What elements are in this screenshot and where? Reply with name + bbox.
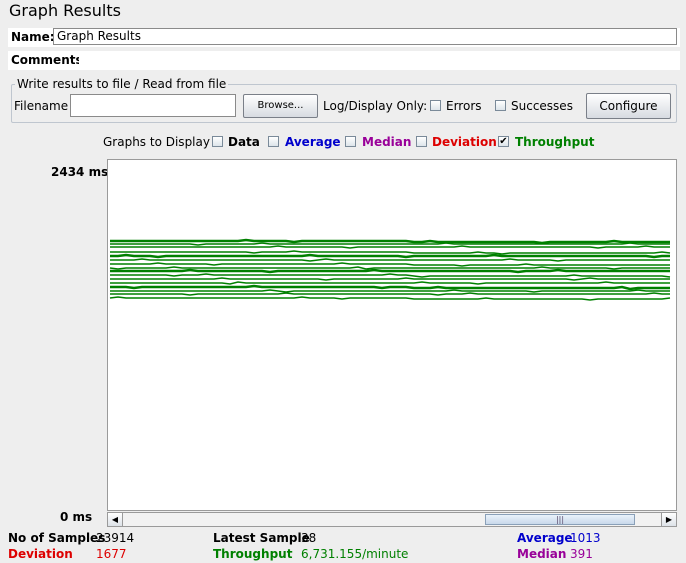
name-row: Name: Graph Results xyxy=(8,28,680,47)
average-option-label: Average xyxy=(285,135,341,149)
throughput-trace-line xyxy=(110,242,670,246)
scroll-right-icon[interactable]: ▶ xyxy=(661,513,676,526)
median-checkbox[interactable] xyxy=(345,136,356,147)
scroll-thumb[interactable]: ||| xyxy=(485,514,635,525)
average-stat-value: 1013 xyxy=(570,531,601,545)
throughput-trace-line xyxy=(110,238,670,245)
graphs-to-display-label: Graphs to Display xyxy=(103,135,210,149)
deviation-checkbox[interactable] xyxy=(416,136,427,147)
throughput-trace-line xyxy=(110,245,670,249)
scroll-left-icon[interactable]: ◀ xyxy=(108,513,123,526)
errors-label: Errors xyxy=(446,99,482,113)
no-of-samples-label: No of Samples xyxy=(8,531,106,545)
average-stat-label: Average xyxy=(517,531,573,545)
errors-checkbox[interactable] xyxy=(430,100,441,111)
throughput-stat-label: Throughput xyxy=(213,547,293,561)
deviation-option-label: Deviation xyxy=(432,135,497,149)
median-stat-label: Median xyxy=(517,547,567,561)
comments-label: Comments: xyxy=(11,53,88,67)
throughput-stat-value: 6,731.155/minute xyxy=(301,547,409,561)
file-group-legend: Write results to file / Read from file xyxy=(15,77,229,91)
average-checkbox[interactable] xyxy=(268,136,279,147)
deviation-stat-label: Deviation xyxy=(8,547,73,561)
comments-input[interactable] xyxy=(79,52,677,67)
throughput-trace-line xyxy=(110,253,670,259)
throughput-trace-line xyxy=(110,292,670,296)
throughput-checkbox[interactable]: ✔ xyxy=(498,136,509,147)
throughput-trace-line xyxy=(110,262,670,267)
throughput-option-label: Throughput xyxy=(515,135,595,149)
no-of-samples-value: 23914 xyxy=(96,531,135,545)
throughput-trace-line xyxy=(109,266,670,270)
data-checkbox[interactable] xyxy=(212,136,223,147)
graph-horizontal-scrollbar[interactable]: ◀ ||| ▶ xyxy=(107,512,677,527)
comments-row: Comments: xyxy=(8,51,680,70)
throughput-trace-line xyxy=(110,277,670,281)
filename-label: Filename xyxy=(14,99,69,113)
throughput-trace-line xyxy=(110,281,670,285)
latest-sample-label: Latest Sample xyxy=(213,531,310,545)
throughput-trace-line xyxy=(110,273,671,278)
throughput-graph xyxy=(109,238,671,301)
median-stat-value: 391 xyxy=(570,547,593,561)
y-min-label: 0 ms xyxy=(60,510,93,524)
data-option-label: Data xyxy=(228,135,260,149)
throughput-trace-line xyxy=(110,284,670,291)
successes-label: Successes xyxy=(511,99,573,113)
browse-button[interactable]: Browse... xyxy=(243,94,318,118)
filename-input[interactable] xyxy=(70,94,236,117)
throughput-trace-line xyxy=(109,296,671,301)
latest-sample-value: 38 xyxy=(301,531,317,545)
deviation-stat-value: 1677 xyxy=(96,547,127,561)
configure-button[interactable]: Configure xyxy=(586,93,671,119)
throughput-trace-line xyxy=(110,250,671,255)
graph-panel xyxy=(107,159,677,511)
y-max-label: 2434 ms xyxy=(51,165,109,179)
name-input[interactable]: Graph Results xyxy=(53,28,677,45)
median-option-label: Median xyxy=(362,135,412,149)
throughput-trace-line xyxy=(110,268,670,274)
successes-checkbox[interactable] xyxy=(495,100,506,111)
throughput-trace-line xyxy=(110,258,670,262)
name-label: Name: xyxy=(11,30,55,44)
throughput-trace-line xyxy=(110,289,670,293)
log-display-label: Log/Display Only: xyxy=(323,99,428,113)
window-title: Graph Results xyxy=(9,1,121,20)
